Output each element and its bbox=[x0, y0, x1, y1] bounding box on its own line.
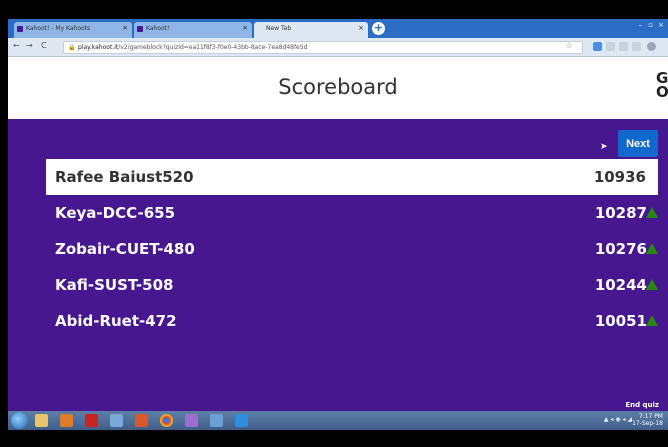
clock-time: 7:17 PM bbox=[638, 413, 663, 420]
app-icon[interactable] bbox=[110, 414, 123, 427]
page-header: Scoreboard GO bbox=[8, 57, 668, 119]
taskbar-clock[interactable]: 7:17 PM 17-Sep-18 bbox=[632, 413, 663, 427]
close-window-button[interactable]: × bbox=[658, 21, 664, 29]
video-letterbox-bottom bbox=[0, 430, 668, 447]
vlc-icon[interactable] bbox=[60, 414, 73, 427]
tab-new-tab[interactable]: New Tab × bbox=[254, 22, 368, 38]
scoreboard-row: Kafi-SUST-508 10244 bbox=[46, 267, 658, 303]
profile-icon[interactable] bbox=[647, 42, 656, 51]
clock-date: 17-Sep-18 bbox=[632, 420, 663, 427]
tab-label: Kahoot! bbox=[146, 25, 170, 32]
windows-taskbar: ▲ ◂ ◉ ◂ ◢ 7:17 PM 17-Sep-18 bbox=[8, 411, 668, 430]
tab-label: Kahoot! - My Kahoots bbox=[26, 25, 91, 32]
tab-my-kahoots[interactable]: Kahoot! - My Kahoots × bbox=[14, 22, 132, 38]
browser-toolbar: ← → C 🔒 play.kahoot.it/v2/gameblock?quiz… bbox=[8, 38, 668, 57]
tab-kahoot[interactable]: Kahoot! × bbox=[134, 22, 252, 38]
trend-up-icon bbox=[646, 279, 658, 290]
trend-up-icon bbox=[646, 207, 658, 218]
player-name: Keya-DCC-655 bbox=[55, 204, 176, 222]
reload-icon[interactable]: C bbox=[41, 41, 47, 50]
scoreboard-stage: ➤ Next Rafee Baiust520 10936 Keya-DCC-65… bbox=[8, 119, 668, 411]
extension-icon[interactable] bbox=[632, 42, 641, 51]
start-orb-icon[interactable] bbox=[11, 412, 28, 429]
url-host: play.kahoot.it bbox=[78, 44, 119, 51]
video-letterbox-top bbox=[0, 0, 668, 19]
back-icon[interactable]: ← bbox=[13, 41, 20, 50]
tab-label: New Tab bbox=[266, 25, 292, 32]
scoreboard-row: Keya-DCC-655 10287 bbox=[46, 195, 658, 231]
star-icon[interactable]: ☆ bbox=[566, 42, 572, 50]
address-bar[interactable]: 🔒 play.kahoot.it/v2/gameblock?quizId=ea1… bbox=[63, 41, 583, 54]
player-name: Zobair-CUET-480 bbox=[55, 240, 195, 258]
pdf-reader-icon[interactable] bbox=[85, 414, 98, 427]
forward-icon[interactable]: → bbox=[26, 41, 33, 50]
scoreboard-row: Abid-Ruet-472 10051 bbox=[46, 303, 658, 339]
tab-close-icon[interactable]: × bbox=[358, 24, 364, 32]
url-path: /v2/gameblock?quizId=ea11f8f3-f0e0-43bb-… bbox=[118, 44, 308, 51]
player-name: Kafi-SUST-508 bbox=[55, 276, 174, 294]
tab-close-icon[interactable]: × bbox=[122, 24, 128, 32]
player-score: 10287 bbox=[594, 204, 647, 222]
page-title: Scoreboard bbox=[278, 75, 398, 99]
mouse-cursor-icon: ➤ bbox=[600, 142, 608, 152]
player-score: 10051 bbox=[594, 312, 647, 330]
new-tab-button[interactable]: + bbox=[372, 22, 385, 35]
extension-icon[interactable] bbox=[606, 42, 615, 51]
zoom-icon[interactable] bbox=[235, 414, 248, 427]
file-explorer-icon[interactable] bbox=[35, 414, 48, 427]
player-score: 10936 bbox=[593, 168, 646, 186]
app-icon[interactable] bbox=[185, 414, 198, 427]
kahoot-favicon-icon bbox=[17, 26, 23, 32]
player-name: Rafee Baiust520 bbox=[55, 168, 194, 186]
lock-icon: 🔒 bbox=[68, 44, 76, 51]
network-app-icon[interactable] bbox=[210, 414, 223, 427]
extension-icon[interactable] bbox=[593, 42, 602, 51]
chrome-icon[interactable] bbox=[160, 414, 173, 427]
extension-icon[interactable] bbox=[619, 42, 628, 51]
kahoot-favicon-icon bbox=[137, 26, 143, 32]
browser-tab-strip: Kahoot! - My Kahoots × Kahoot! × New Tab… bbox=[8, 19, 668, 38]
player-score: 10244 bbox=[594, 276, 647, 294]
player-name: Abid-Ruet-472 bbox=[55, 312, 177, 330]
scoreboard-row: Zobair-CUET-480 10276 bbox=[46, 231, 658, 267]
next-button[interactable]: Next bbox=[618, 130, 658, 157]
maximize-button[interactable]: ▫ bbox=[648, 21, 653, 29]
end-quiz-link[interactable]: End quiz bbox=[625, 401, 659, 409]
minimize-button[interactable]: – bbox=[639, 21, 643, 29]
system-tray[interactable]: ▲ ◂ ◉ ◂ ◢ bbox=[604, 416, 632, 423]
kahoot-logo: GO bbox=[656, 69, 668, 101]
powerpoint-icon[interactable] bbox=[135, 414, 148, 427]
tab-close-icon[interactable]: × bbox=[242, 24, 248, 32]
trend-up-icon bbox=[646, 315, 658, 326]
scoreboard-row: Rafee Baiust520 10936 bbox=[46, 159, 658, 195]
player-score: 10276 bbox=[594, 240, 647, 258]
trend-up-icon bbox=[646, 243, 658, 254]
